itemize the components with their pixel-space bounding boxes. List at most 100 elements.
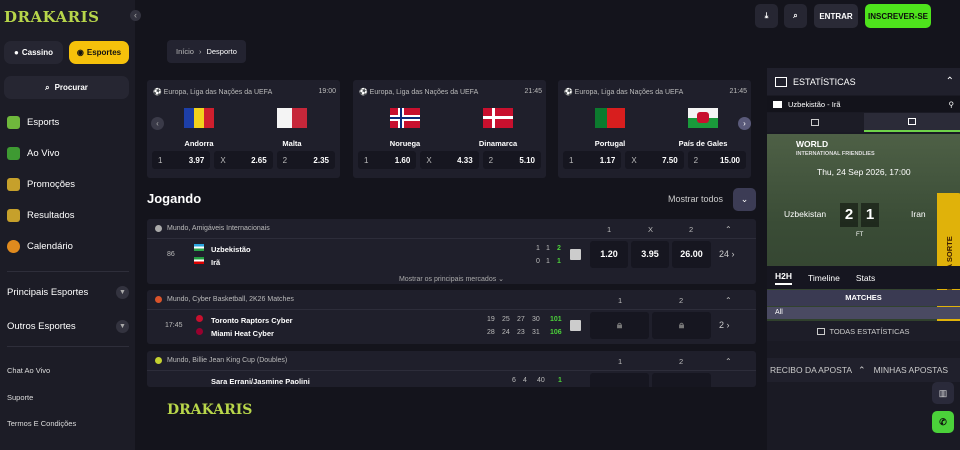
odd-button[interactable]: 1.20 [590,241,628,268]
sidebar-collapse-button[interactable]: ‹ [130,10,141,21]
stats-icon[interactable] [570,320,581,331]
card-header: ⚽ Europa, Liga das Nações da UEFA 21:45 [359,88,542,96]
home-team: Uzbekistão [211,245,251,254]
chevron-up-icon[interactable]: ⌃ [725,357,732,366]
match-row[interactable]: 17:45 Toronto Raptors Cyber Miami Heat C… [147,310,756,342]
lock-icon: 🔒︎ [678,320,685,331]
odd-button[interactable]: 26.00 [672,241,711,268]
nav-ao-vivo[interactable]: Ao Vivo [7,147,60,160]
nav-calendario[interactable]: Calendário [7,240,73,253]
stats-icon[interactable] [570,249,581,260]
flag-norway-icon [390,108,420,128]
esportes-button[interactable]: ◉ Esportes [69,41,129,64]
tab-h2h[interactable]: H2H [775,271,793,285]
search-button[interactable]: ⌕ Procurar [4,76,129,99]
stats-tab[interactable] [863,113,960,132]
column-label: 2 [689,225,694,234]
odd-button[interactable] [652,373,711,387]
match-row[interactable]: Sara Errani/Jasmine Paolini 6 4 40 1 [147,371,756,387]
carousel-next-button[interactable]: › [738,117,751,130]
tracker-away-team: Iran [911,209,926,219]
breadcrumb-home[interactable]: Início [176,47,194,56]
soccer-ball-icon [155,225,162,232]
chevron-up-icon[interactable]: ⌃ [725,296,732,305]
home-team: Noruega [389,139,421,148]
scoreboard-tab[interactable] [767,113,864,132]
nav-esports[interactable]: Esports [7,116,59,129]
score-cell: 28 [487,329,495,336]
link-termos[interactable]: Termos E Condições [7,419,76,428]
show-markets-link[interactable]: Mostrar os principais mercados ⌄ [147,275,756,283]
casino-button[interactable]: ● Cassino [4,41,63,64]
breadcrumb-current: Desporto [206,47,237,56]
carousel-prev-button[interactable]: ‹ [151,117,164,130]
odd-home-button[interactable]: 1 1.60 [358,151,417,169]
locked-odd-button[interactable]: 🔒︎ [590,312,649,339]
pin-icon[interactable]: ⚲ [949,100,955,109]
odd-button[interactable] [590,373,649,387]
odd-draw-button[interactable]: X 7.50 [625,151,684,169]
odd-away-button[interactable]: 2 2.35 [276,151,335,169]
odd-away-button[interactable]: 2 15.00 [687,151,746,169]
brand-logo[interactable]: DRAKARIS [4,8,100,26]
odd-draw-button[interactable]: X 2.65 [214,151,273,169]
search-icon: ⌕ [45,82,50,92]
filter-all[interactable]: All [767,307,960,319]
odd-home-button[interactable]: 1 1.17 [563,151,622,169]
score-live: 1 [558,377,562,384]
odd-label: 2 [282,155,288,165]
odd-label: 2 [693,155,699,165]
card-header: ⚽ Europa, Liga das Nações da UEFA 21:45 [564,88,747,96]
download-icon[interactable]: ⤓ [755,4,778,28]
flag-denmark-icon [483,108,513,128]
bet-slip-tab[interactable]: RECIBO DA APOSTA [770,365,852,375]
odd-value: 1.17 [599,155,616,165]
section-outros-esportes[interactable]: Outros Esportes ▼ [7,320,129,333]
league-name: Europa, Liga das Nações da UEFA [369,89,479,96]
featured-match-card[interactable]: ⚽ Europa, Liga das Nações da UEFA 21:45 N… [353,80,546,178]
score-live: 1 [557,258,561,265]
match-time: 19:00 [318,88,336,95]
statistics-header[interactable]: ESTATÍSTICAS ⌃ [767,68,960,95]
filter-toggle-button[interactable]: ⌄ [733,188,756,211]
odd-home-button[interactable]: 1 3.97 [152,151,211,169]
more-markets-link[interactable]: 2 › [719,320,730,330]
odd-value: 1.60 [394,155,411,165]
nav-resultados[interactable]: Resultados [7,209,75,222]
search-icon[interactable]: ⌕ [784,4,807,28]
register-button[interactable]: INSCREVER-SE [865,4,931,28]
chevron-up-down-icon: ⌄ [740,194,749,204]
match-row[interactable]: 86 Uzbekistão Irã 1 1 2 0 1 1 1.20 3.95 … [147,239,756,271]
login-button[interactable]: ENTRAR [814,4,858,28]
link-chat-ao-vivo[interactable]: Chat Ao Vivo [7,366,50,375]
odd-away-button[interactable]: 2 5.10 [482,151,541,169]
tab-timeline[interactable]: Timeline [808,273,840,283]
section-principais-esportes[interactable]: Principais Esportes ▼ [7,286,129,299]
all-stats-button[interactable]: TODAS ESTATÍSTICAS [767,321,960,341]
odd-label: 1 [569,155,574,165]
chevron-up-icon[interactable]: ⌃ [725,225,732,234]
nav-promocoes[interactable]: Promoções [7,178,75,191]
odd-value: 2.65 [251,155,267,165]
odd-draw-button[interactable]: X 4.33 [420,151,479,169]
odd-value: 7.50 [662,155,678,165]
nav-label: Calendário [27,241,73,252]
clipboard-icon [7,209,20,222]
show-all-link[interactable]: Mostrar todos [668,194,723,204]
featured-match-card[interactable]: ⚽ Europa, Liga das Nações da UEFA 21:45 P… [558,80,751,178]
tab-stats[interactable]: Stats [856,273,875,283]
bar-chart-icon[interactable]: ▥ [932,382,954,404]
odd-label: 1 [158,155,163,165]
tracker-home-score: 2 [840,203,858,227]
my-bets-tab[interactable]: MINHAS APOSTAS [874,365,948,375]
match-status: FT [856,232,864,238]
match-date: Thu, 24 Sep 2026, 17:00 [817,167,911,177]
link-suporte[interactable]: Suporte [7,393,33,402]
more-markets-link[interactable]: 24 › [719,249,735,259]
chat-support-icon[interactable]: ✆ [932,411,954,433]
chevron-up-icon: ⌃ [858,364,866,375]
league-label: ⚽ Europa, Liga das Nações da UEFA [564,89,684,96]
locked-odd-button[interactable]: 🔒︎ [652,312,711,339]
odd-button[interactable]: 3.95 [631,241,669,268]
featured-match-card[interactable]: ⚽ Europa, Liga das Nações da UEFA 19:00 A… [147,80,340,178]
